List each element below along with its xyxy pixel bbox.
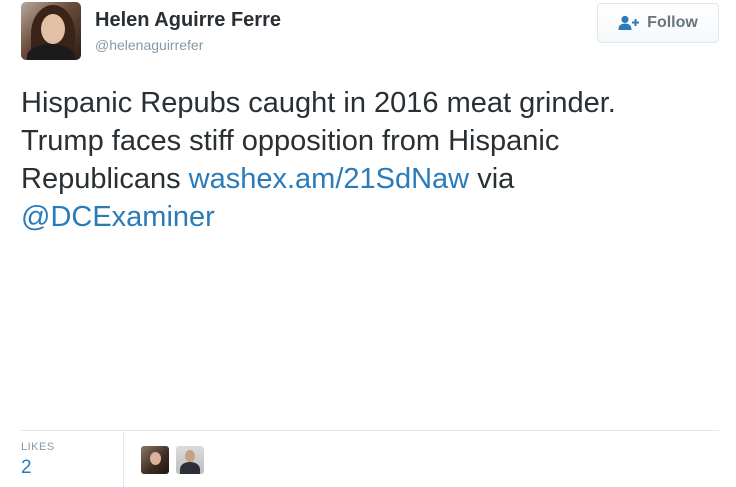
tweet-text-line-4: @DCExaminer — [21, 198, 721, 236]
tweet-text-line-2: Trump faces stiff opposition from Hispan… — [21, 125, 560, 157]
tweet-text-prefix: Republicans — [21, 163, 189, 195]
tweet-text-via: via — [469, 163, 515, 195]
liker-1-face — [150, 452, 161, 465]
follow-button-label: Follow — [647, 14, 698, 31]
likes-count[interactable]: 2 — [21, 457, 32, 479]
likes-label: LIKES — [21, 441, 55, 453]
liker-avatar-1[interactable] — [141, 446, 169, 474]
author-name[interactable]: Helen Aguirre Ferre — [95, 9, 281, 32]
stats-vertical-divider — [123, 432, 124, 487]
author-avatar[interactable] — [21, 2, 81, 60]
tweet-text-line-1: Hispanic Repubs caught in 2016 meat grin… — [21, 87, 616, 119]
liker-avatar-2[interactable] — [176, 446, 204, 474]
stats-divider — [21, 430, 719, 431]
add-user-icon — [618, 15, 640, 31]
avatar-face — [41, 14, 65, 44]
tweet-text-line-3: Republicans washex.am/21SdNaw via — [21, 160, 721, 198]
tweet-card: Helen Aguirre Ferre @helenaguirrefer Fol… — [0, 0, 736, 487]
tweet-text: Hispanic Repubs caught in 2016 meat grin… — [21, 84, 721, 236]
liker-2-body — [180, 462, 200, 474]
liker-2-face — [185, 450, 195, 462]
follow-button[interactable]: Follow — [597, 3, 719, 43]
tweet-mention[interactable]: @DCExaminer — [21, 201, 215, 233]
tweet-link[interactable]: washex.am/21SdNaw — [189, 163, 469, 195]
author-handle[interactable]: @helenaguirrefer — [95, 37, 203, 53]
